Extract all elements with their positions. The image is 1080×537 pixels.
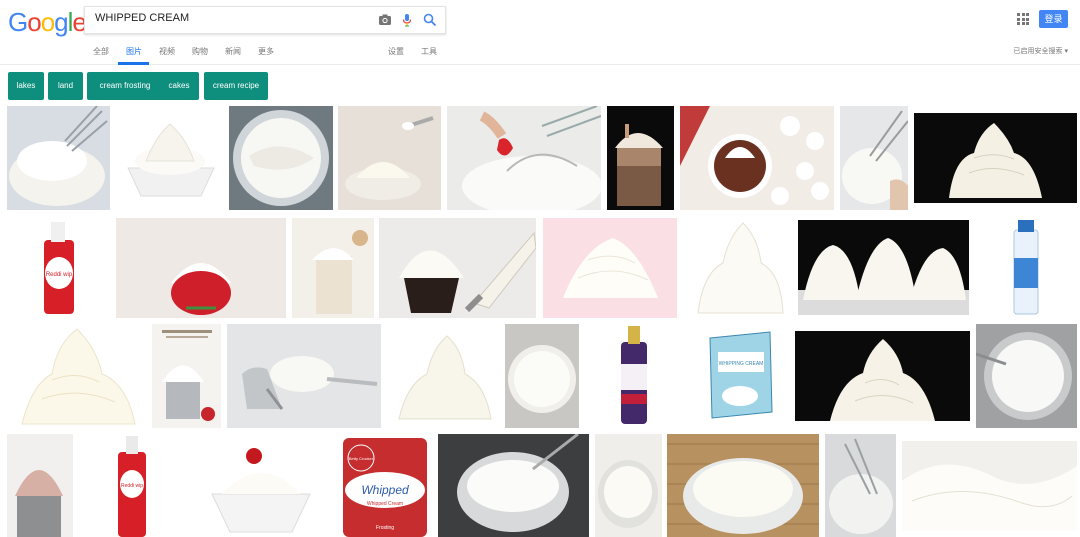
logo-letter: G (8, 7, 28, 37)
image-result[interactable] (7, 106, 110, 210)
image-result[interactable] (683, 218, 793, 318)
image-result[interactable] (840, 106, 908, 210)
tub-sublabel: Whipped Cream (367, 501, 403, 507)
image-result[interactable] (795, 331, 970, 421)
image-result[interactable] (292, 218, 374, 318)
image-result[interactable] (505, 324, 579, 428)
chip-cream-recipe[interactable]: cream recipe (204, 72, 268, 100)
image-result[interactable] (976, 324, 1077, 428)
image-result[interactable] (116, 106, 224, 210)
image-result[interactable] (7, 434, 73, 537)
image-result[interactable] (680, 106, 834, 210)
image-result[interactable] (902, 441, 1077, 531)
tab-tools[interactable]: 工具 (421, 46, 437, 57)
tab-videos[interactable]: 视频 (159, 46, 175, 57)
image-result[interactable] (387, 324, 500, 428)
logo-letter: o (27, 7, 42, 37)
logo-letter: o (40, 7, 56, 37)
tub-frosting: Frosting (376, 525, 394, 531)
microphone-icon[interactable] (399, 12, 415, 28)
login-button[interactable]: 登录 (1039, 10, 1068, 28)
chip-cakes[interactable]: cakes (159, 72, 199, 100)
can-label: Reddi wip (46, 272, 73, 278)
image-result[interactable] (152, 324, 221, 428)
camera-icon[interactable] (377, 12, 393, 28)
image-result[interactable] (192, 434, 330, 537)
box-label: WHIPPING CREAM (719, 361, 764, 367)
image-result[interactable] (798, 220, 969, 315)
chip-cream-frosting[interactable]: cream frosting (87, 72, 163, 100)
chip-lakes[interactable]: lakes (8, 72, 44, 100)
image-result[interactable] (607, 106, 674, 210)
image-result[interactable] (447, 106, 601, 210)
tab-more[interactable]: 更多 (258, 46, 274, 57)
tab-all[interactable]: 全部 (93, 46, 109, 57)
image-result[interactable] (825, 434, 896, 537)
image-result[interactable] (338, 106, 441, 210)
search-box (84, 6, 446, 34)
logo-letter: g (54, 7, 69, 37)
image-result[interactable]: Reddi wip (7, 218, 110, 318)
can-label: Reddi wip (121, 483, 143, 489)
google-logo[interactable]: Google (8, 7, 87, 38)
image-result[interactable] (227, 324, 381, 428)
tub-label: Whipped (361, 483, 409, 497)
tub-brand: Betty Crocker (349, 456, 374, 461)
image-result[interactable] (595, 434, 662, 537)
tab-settings[interactable]: 设置 (388, 46, 404, 57)
active-tab-indicator (118, 62, 149, 65)
image-result[interactable] (667, 434, 819, 537)
image-result[interactable]: Whipped Whipped Cream Frosting Betty Crocke… (337, 434, 432, 537)
apps-grid-icon[interactable] (1017, 13, 1029, 25)
chip-land[interactable]: land (48, 72, 83, 100)
tab-images[interactable]: 图片 (126, 46, 142, 57)
image-result[interactable]: Reddi wip (88, 434, 174, 537)
image-result[interactable] (584, 324, 685, 428)
safesearch-label[interactable]: 已启用安全搜索 ▾ (1014, 46, 1068, 56)
search-input[interactable] (93, 11, 357, 25)
search-tabs: 全部 图片 视频 购物 新闻 更多 设置 工具 已启用安全搜索 ▾ (0, 36, 1080, 65)
image-result[interactable] (7, 324, 147, 428)
image-result[interactable] (543, 218, 677, 318)
search-icon[interactable] (422, 12, 438, 28)
image-result[interactable] (116, 218, 286, 318)
tab-shopping[interactable]: 购物 (192, 46, 208, 57)
tab-news[interactable]: 新闻 (225, 46, 241, 57)
image-result[interactable] (438, 434, 589, 537)
image-result[interactable] (229, 106, 333, 210)
image-result[interactable] (914, 113, 1077, 203)
image-result[interactable] (379, 218, 536, 318)
image-result[interactable]: WHIPPING CREAM (690, 324, 790, 428)
image-result[interactable] (974, 218, 1077, 318)
